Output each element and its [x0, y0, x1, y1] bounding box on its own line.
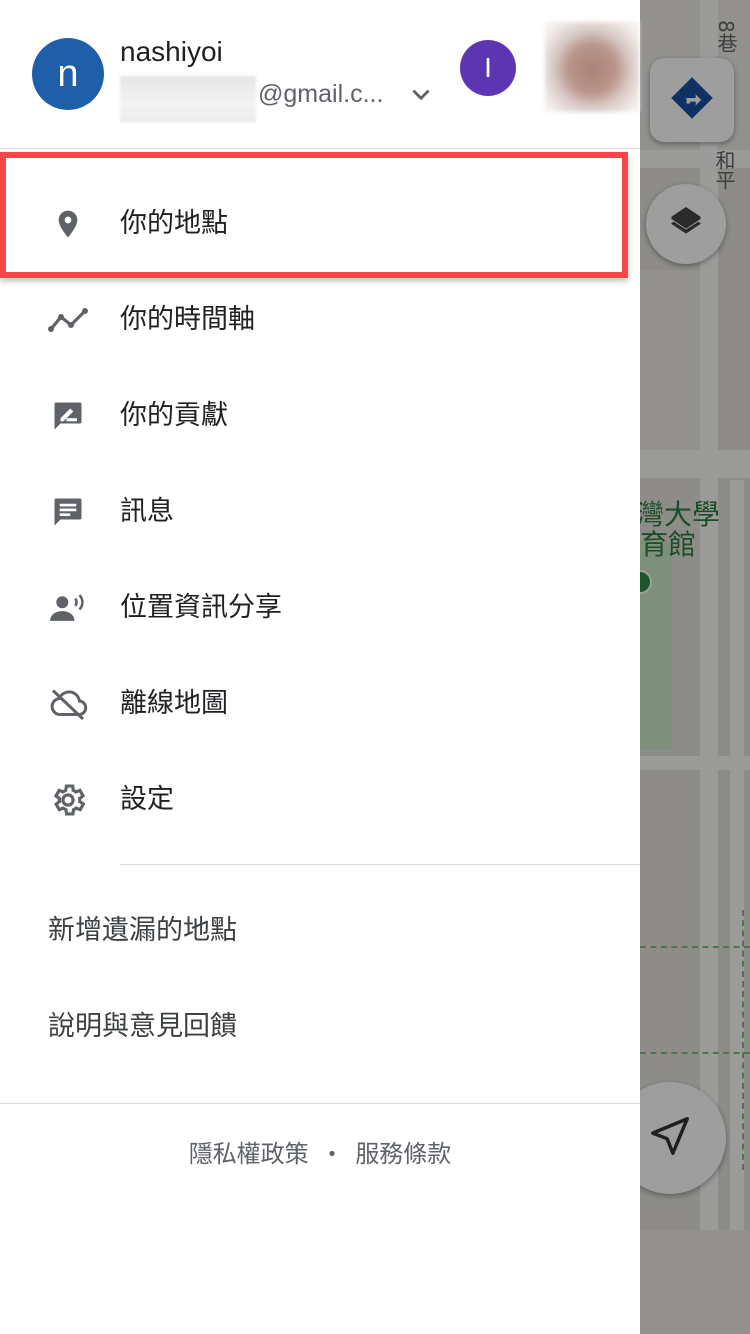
footer-separator: •	[326, 1144, 338, 1165]
menu-label-settings: 設定	[120, 784, 174, 815]
privacy-policy-link[interactable]: 隱私權政策	[189, 1140, 309, 1168]
second-account-initial: I	[484, 52, 492, 83]
menu-item-settings[interactable]: 設定	[0, 752, 640, 848]
account-name: nashiyoi	[120, 36, 223, 67]
header-divider	[0, 148, 640, 149]
menu-label-contributions: 你的貢獻	[120, 400, 228, 431]
add-missing-place-link[interactable]: 新增遺漏的地點	[48, 911, 237, 951]
account-email-domain: @gmail.c...	[258, 80, 384, 108]
contribution-icon	[46, 394, 90, 438]
highlight-annotation-box	[0, 152, 628, 278]
settings-gear-icon	[46, 778, 90, 822]
footer-links: 隱私權政策 • 服務條款	[0, 1136, 640, 1173]
menu-item-location-sharing[interactable]: 位置資訊分享	[0, 560, 640, 656]
account-initial: n	[57, 52, 79, 95]
menu-item-timeline[interactable]: 你的時間軸	[0, 272, 640, 368]
menu-item-messages[interactable]: 訊息	[0, 464, 640, 560]
menu-label-offline-maps: 離線地圖	[120, 688, 228, 719]
third-account-photo[interactable]	[545, 22, 639, 112]
menu-label-location-sharing: 位置資訊分享	[120, 592, 282, 623]
terms-of-service-link[interactable]: 服務條款	[355, 1140, 451, 1168]
account-switcher-button[interactable]	[406, 82, 436, 112]
menu-label-messages: 訊息	[120, 496, 174, 527]
email-redacted	[120, 76, 256, 122]
menu-label-timeline: 你的時間軸	[120, 304, 255, 335]
help-feedback-link[interactable]: 說明與意見回饋	[48, 1007, 237, 1047]
section-divider	[120, 864, 640, 865]
chevron-down-icon	[408, 82, 434, 112]
message-icon	[46, 490, 90, 534]
footer-divider	[0, 1103, 640, 1104]
offline-cloud-icon	[46, 682, 90, 726]
account-avatar[interactable]: n	[32, 38, 104, 110]
timeline-icon	[46, 298, 90, 342]
menu-item-offline-maps[interactable]: 離線地圖	[0, 656, 640, 752]
location-sharing-icon	[46, 586, 90, 630]
menu-item-contributions[interactable]: 你的貢獻	[0, 368, 640, 464]
second-account-avatar[interactable]: I	[460, 40, 516, 96]
navigation-drawer: n nashiyoi @gmail.c... I 你的地點 你的時間軸 你的貢獻…	[0, 0, 640, 1334]
